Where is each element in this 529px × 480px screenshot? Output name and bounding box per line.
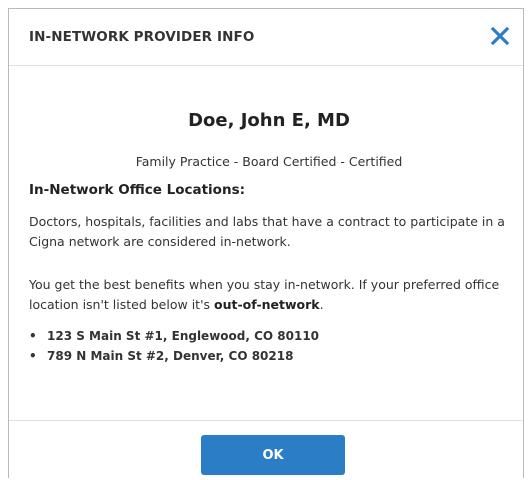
list-item: • 123 S Main St #1, Englewood, CO 80110 (29, 326, 319, 346)
out-of-network-emphasis: out-of-network (214, 297, 320, 312)
close-icon (490, 26, 510, 46)
close-button[interactable] (487, 23, 513, 49)
provider-name: Doe, John E, MD (188, 110, 350, 131)
locations-heading: In-Network Office Locations: (29, 182, 246, 198)
list-item: • 789 N Main St #2, Denver, CO 80218 (29, 346, 319, 366)
footer-divider (9, 420, 523, 421)
provider-specialty: Family Practice - Board Certified - Cert… (135, 154, 403, 169)
location-address: 789 N Main St #2, Denver, CO 80218 (47, 349, 294, 363)
bullet: • (29, 329, 37, 343)
provider-info-dialog: IN-NETWORK PROVIDER INFO Doe, John E, MD… (8, 8, 524, 478)
bullet: • (29, 349, 37, 363)
in-network-explanation: Doctors, hospitals, facilities and labs … (29, 214, 505, 249)
dialog-title: IN-NETWORK PROVIDER INFO (29, 29, 255, 45)
benefits-note: You get the best benefits when you stay … (29, 275, 509, 315)
benefits-note-end: . (319, 297, 324, 312)
location-address: 123 S Main St #1, Englewood, CO 80110 (47, 329, 320, 343)
dialog-header: IN-NETWORK PROVIDER INFO (9, 9, 523, 66)
office-locations-list: • 123 S Main St #1, Englewood, CO 80110 •… (29, 326, 319, 366)
ok-button[interactable]: OK (201, 435, 345, 475)
